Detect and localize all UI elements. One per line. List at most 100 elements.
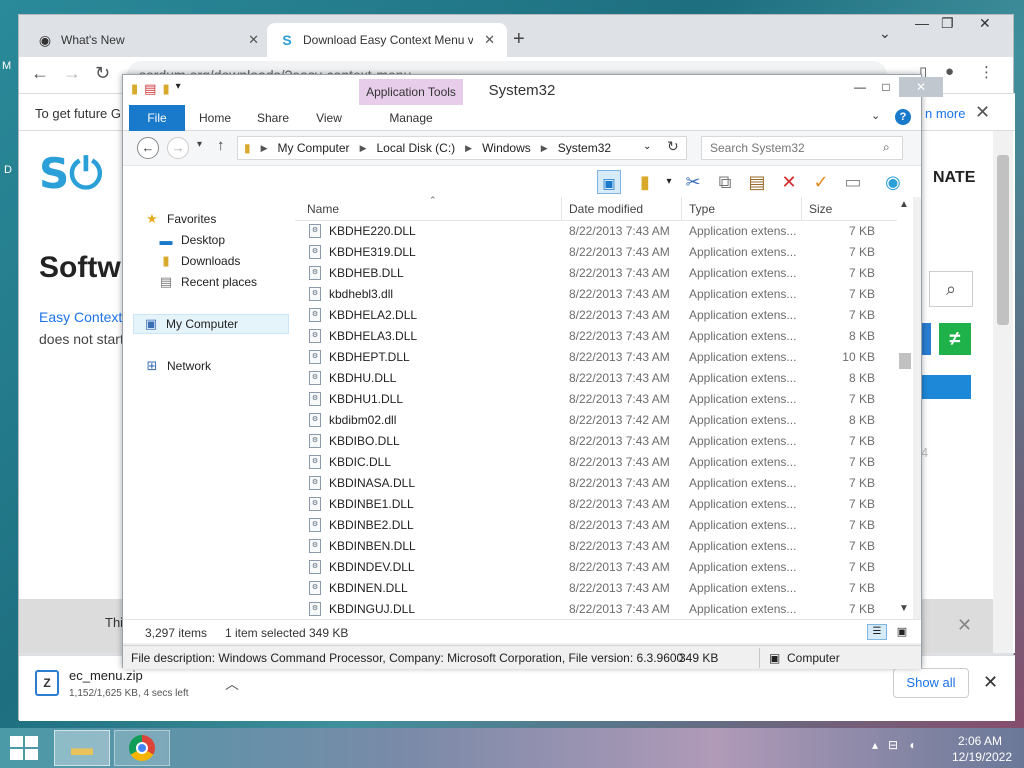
copy-icon[interactable]: ⧉: [713, 170, 737, 194]
column-date-modified[interactable]: Date modified: [569, 202, 643, 216]
file-row[interactable]: ⚙ KBDINDEV.DLL 8/22/2013 7:43 AM Applicatio…: [295, 557, 895, 578]
minimize-icon[interactable]: —: [915, 15, 929, 31]
search-input[interactable]: Search System32: [701, 136, 903, 160]
column-type[interactable]: Type: [689, 202, 715, 216]
taskbar-chrome[interactable]: [114, 730, 170, 766]
search-icon[interactable]: ⌕: [929, 271, 973, 307]
back-arrow-icon[interactable]: ←: [31, 63, 49, 84]
file-row[interactable]: ⚙ kbdhebl3.dll 8/22/2013 7:43 AM Applicatio…: [295, 284, 895, 305]
easy-context-link[interactable]: Easy Context: [39, 309, 122, 325]
checkmark-icon[interactable]: ✓: [809, 170, 833, 194]
clock-time[interactable]: 2:06 AM: [952, 734, 1002, 748]
show-all-button[interactable]: Show all: [893, 668, 969, 698]
file-row[interactable]: ⚙ KBDINGUJ.DLL 8/22/2013 7:43 AM Applicatio…: [295, 599, 895, 619]
chevron-right-icon[interactable]: ▶: [541, 143, 548, 154]
search-icon[interactable]: ⌕: [883, 140, 890, 155]
address-bar[interactable]: ▮ ▶ My Computer ▶ Local Disk (C:) ▶ Wind…: [237, 136, 687, 160]
cut-icon[interactable]: ✂: [681, 170, 705, 194]
file-list-scrollbar[interactable]: [897, 197, 913, 619]
breadcrumb-my-computer[interactable]: My Computer: [278, 141, 350, 155]
tab-whats-new[interactable]: ◉ What's New ✕: [25, 23, 271, 57]
scrollbar-thumb[interactable]: [997, 155, 1009, 325]
scrollbar-thumb[interactable]: [899, 353, 911, 369]
profile-avatar-icon[interactable]: ●: [945, 63, 954, 80]
minimize-icon[interactable]: —: [847, 77, 873, 97]
blue-button[interactable]: [919, 375, 971, 399]
large-icons-view-icon[interactable]: ▣: [893, 624, 911, 640]
nav-favorites[interactable]: ★ Favorites: [143, 209, 216, 229]
donate-text[interactable]: NATE: [933, 169, 975, 187]
nav-my-computer[interactable]: ▣ My Computer: [133, 314, 289, 334]
tab-search-icon[interactable]: ⌄: [879, 25, 891, 42]
up-arrow-icon[interactable]: ↑: [217, 137, 225, 154]
preview-pane-icon[interactable]: ▣: [597, 170, 621, 194]
reload-icon[interactable]: ↻: [95, 63, 110, 84]
chevron-right-icon[interactable]: ▶: [261, 143, 268, 154]
refresh-icon[interactable]: ↻: [667, 138, 679, 155]
column-name[interactable]: Name: [307, 202, 339, 216]
details-view-icon[interactable]: ☰: [867, 624, 887, 640]
chevron-right-icon[interactable]: ▶: [360, 143, 367, 154]
taskbar-file-explorer[interactable]: ▬: [54, 730, 110, 766]
tab-manage[interactable]: Manage: [359, 105, 463, 131]
chevron-up-icon[interactable]: ︿: [225, 674, 239, 694]
close-icon[interactable]: ✕: [983, 672, 998, 693]
file-row[interactable]: ⚙ KBDHU.DLL 8/22/2013 7:43 AM Application e…: [295, 368, 895, 389]
maximize-icon[interactable]: □: [873, 77, 899, 97]
recent-locations-icon[interactable]: ▾: [197, 139, 202, 150]
file-row[interactable]: ⚙ KBDHELA2.DLL 8/22/2013 7:43 AM Applicatio…: [295, 305, 895, 326]
scroll-down-icon[interactable]: ▼: [899, 603, 909, 614]
tab-view[interactable]: View: [305, 105, 353, 131]
feedly-icon[interactable]: ≠: [939, 323, 971, 355]
chevron-up-icon[interactable]: ▴: [872, 738, 878, 752]
close-window-icon[interactable]: ✕: [899, 77, 943, 97]
maximize-icon[interactable]: ❐: [941, 15, 954, 32]
volume-icon[interactable]: ◖: [908, 738, 915, 752]
paste-icon[interactable]: ▤: [745, 170, 769, 194]
download-filename[interactable]: ec_menu.zip: [69, 668, 143, 683]
network-icon[interactable]: ⊟: [888, 738, 898, 752]
file-row[interactable]: ⚙ KBDHU1.DLL 8/22/2013 7:43 AM Application …: [295, 389, 895, 410]
windows-start-icon[interactable]: [10, 736, 38, 760]
file-row[interactable]: ⚙ KBDIBO.DLL 8/22/2013 7:43 AM Application …: [295, 431, 895, 452]
file-row[interactable]: ⚙ KBDINBE2.DLL 8/22/2013 7:43 AM Applicatio…: [295, 515, 895, 536]
chevron-down-icon[interactable]: ▾: [657, 170, 681, 194]
breadcrumb-local-disk[interactable]: Local Disk (C:): [376, 141, 455, 155]
nav-network[interactable]: ⊞ Network: [143, 356, 211, 376]
nav-downloads[interactable]: ▮ Downloads: [157, 251, 240, 271]
file-row[interactable]: ⚙ kbdibm02.dll 8/22/2013 7:42 AM Applicatio…: [295, 410, 895, 431]
close-icon[interactable]: ✕: [975, 102, 990, 123]
file-row[interactable]: ⚙ KBDINASA.DLL 8/22/2013 7:43 AM Applicatio…: [295, 473, 895, 494]
file-row[interactable]: ⚙ KBDHELA3.DLL 8/22/2013 7:43 AM Applicatio…: [295, 326, 895, 347]
forward-arrow-icon[interactable]: →: [63, 63, 81, 84]
file-row[interactable]: ⚙ KBDINBEN.DLL 8/22/2013 7:43 AM Applicatio…: [295, 536, 895, 557]
file-row[interactable]: ⚙ KBDHE220.DLL 8/22/2013 7:43 AM Applicatio…: [295, 221, 895, 242]
menu-dots-icon[interactable]: ⋮: [979, 63, 994, 81]
learn-more-link[interactable]: n more: [925, 106, 965, 121]
file-row[interactable]: ⚙ KBDHEPT.DLL 8/22/2013 7:43 AM Application…: [295, 347, 895, 368]
breadcrumb-system32[interactable]: System32: [558, 141, 611, 155]
file-row[interactable]: ⚙ KBDINEN.DLL 8/22/2013 7:43 AM Application…: [295, 578, 895, 599]
scroll-up-icon[interactable]: ▲: [899, 199, 909, 210]
help-icon[interactable]: ?: [895, 109, 911, 125]
forward-arrow-icon[interactable]: →: [167, 137, 189, 159]
breadcrumb-windows[interactable]: Windows: [482, 141, 531, 155]
tab-file[interactable]: File: [129, 105, 185, 131]
tab-share[interactable]: Share: [249, 105, 297, 131]
chevron-down-icon[interactable]: ⌄: [643, 141, 651, 152]
file-row[interactable]: ⚙ KBDINBE1.DLL 8/22/2013 7:43 AM Applicatio…: [295, 494, 895, 515]
close-icon[interactable]: ✕: [957, 615, 972, 636]
globe-icon[interactable]: ◉: [881, 170, 905, 194]
folder-options-icon[interactable]: ▮: [633, 170, 657, 194]
file-row[interactable]: ⚙ KBDHE319.DLL 8/22/2013 7:43 AM Applicatio…: [295, 242, 895, 263]
tab-home[interactable]: Home: [191, 105, 239, 131]
close-tab-icon[interactable]: ✕: [484, 32, 495, 48]
delete-icon[interactable]: ✕: [777, 170, 801, 194]
file-row[interactable]: ⚙ KBDIC.DLL 8/22/2013 7:43 AM Application e…: [295, 452, 895, 473]
clock-date[interactable]: 12/19/2022: [938, 750, 1012, 764]
chevron-down-icon[interactable]: ⌄: [871, 109, 880, 122]
title-bar[interactable]: ▮ ▤ ▮ ▾ Application Tools System32 — □ ✕: [123, 75, 943, 105]
close-tab-icon[interactable]: ✕: [248, 32, 259, 48]
new-tab-icon[interactable]: +: [513, 28, 525, 51]
nav-desktop[interactable]: ▬ Desktop: [157, 230, 226, 250]
